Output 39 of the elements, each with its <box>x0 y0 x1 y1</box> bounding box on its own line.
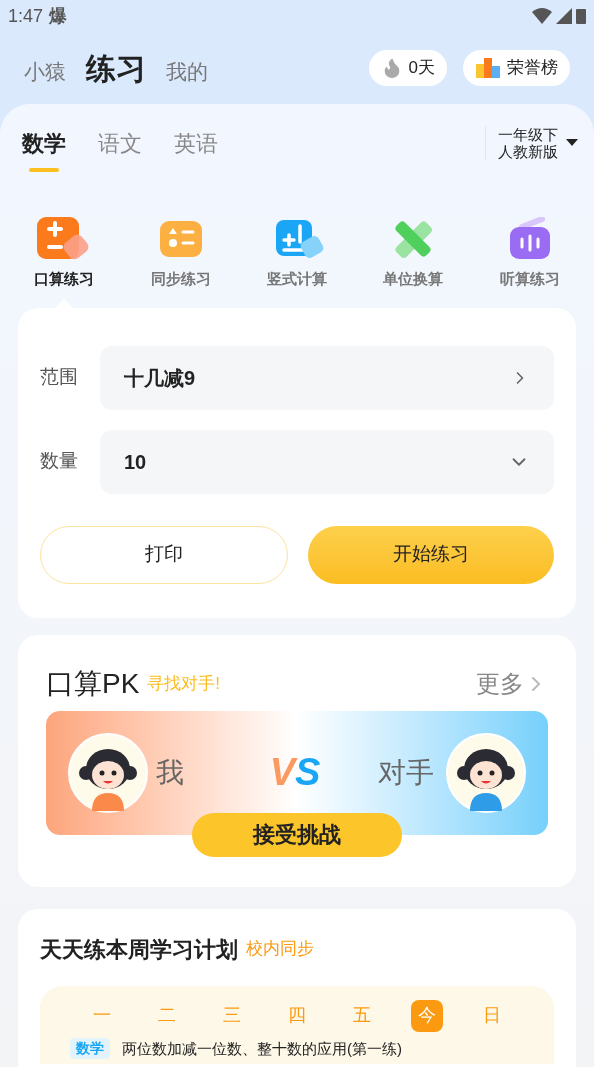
battery-icon <box>576 8 586 24</box>
plan-title: 天天练本周学习计划 <box>40 935 238 964</box>
vs-mark: VS <box>269 750 321 795</box>
nav-tab[interactable]: 我的 <box>166 55 208 87</box>
setting-field[interactable]: 10 <box>100 429 554 494</box>
honor-button[interactable]: 荣誉榜 <box>463 50 570 86</box>
subject-tab[interactable]: 数学 <box>22 114 66 172</box>
status-time: 1:47 <box>8 4 44 28</box>
podium-icon <box>475 56 501 80</box>
practice-mode-item[interactable]: 竖式计算 <box>238 214 356 308</box>
me-label: 我 <box>156 755 185 790</box>
practice-mode-item[interactable]: 同步练习 <box>122 214 239 308</box>
accept-challenge-button[interactable]: 接受挑战 <box>192 812 402 857</box>
subject-tab[interactable]: 英语 <box>174 114 218 172</box>
streak-button[interactable]: 0天 <box>368 50 447 86</box>
wifi-icon <box>532 8 552 24</box>
dropdown-triangle-icon <box>566 139 578 147</box>
day-tab[interactable]: 一 <box>86 999 119 1032</box>
grade-selector[interactable]: 一年级下 人教新版 <box>485 126 578 160</box>
nav-tab[interactable]: 练习 <box>86 45 146 91</box>
more-link[interactable]: 更多 <box>476 665 548 702</box>
plan-tag: 校内同步 <box>246 936 314 962</box>
day-tab[interactable]: 今 <box>410 999 443 1032</box>
pk-subtitle: 寻找对手! <box>147 672 222 695</box>
start-practice-button[interactable]: 开始练习 <box>308 525 554 584</box>
practice-mode-item[interactable]: 单位换算 <box>355 214 472 308</box>
setting-field[interactable]: 十几减9 <box>100 345 554 410</box>
subject-tab[interactable]: 语文 <box>98 114 142 172</box>
nav-tab[interactable]: 小猿 <box>24 55 66 87</box>
setting-label: 数量 <box>40 449 79 474</box>
subject-tag: 数学 <box>70 1038 110 1060</box>
practice-mode-item[interactable]: 听算练习 <box>471 214 588 308</box>
opponent-label: 对手 <box>377 755 434 790</box>
audio-bars-icon <box>507 217 552 261</box>
setting-label: 范围 <box>40 365 79 390</box>
status-glyph: 爆 <box>49 4 68 28</box>
signal-icon <box>556 8 572 24</box>
pk-title: 口算PK <box>46 666 140 701</box>
task-text: 两位数加减一位数、整十数的应用(第一练) <box>122 1038 402 1059</box>
